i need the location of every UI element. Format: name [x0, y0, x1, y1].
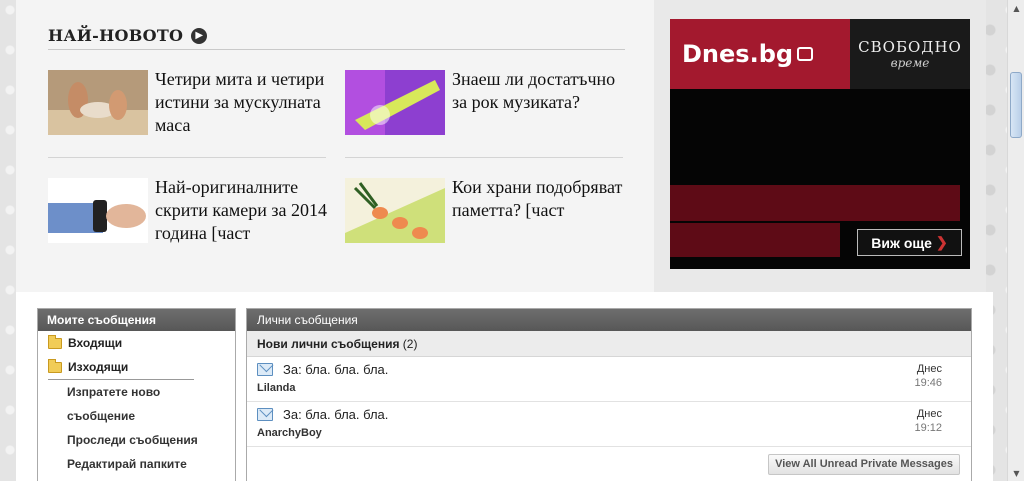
ad-logo[interactable]: Dnes.bg — [670, 19, 850, 89]
message-day: Днес — [916, 408, 942, 420]
article-foods[interactable]: Кои храни подобряват паметта? [част — [345, 176, 625, 254]
article-muscle[interactable]: Четири мита и четири истини за мускулнат… — [48, 68, 328, 146]
message-subject[interactable]: За: бла. бла. бла. — [283, 407, 388, 422]
article-title[interactable]: Най-оригиналните скрити камери за 2014 г… — [155, 176, 328, 254]
ad-see-more-button[interactable]: Виж още ❯ — [857, 229, 962, 256]
article-rock[interactable]: Знаеш ли достатъчно за рок музиката? — [345, 68, 625, 146]
folder-inbox[interactable]: Входящи — [38, 331, 235, 355]
news-heading[interactable]: НАЙ-НОВОТО ▶ — [48, 22, 625, 50]
view-all-unread-button[interactable]: View All Unread Private Messages — [768, 454, 960, 475]
article-thumbnail[interactable] — [345, 70, 445, 135]
article-thumbnail[interactable] — [345, 178, 445, 243]
sidebar-header: Моите съобщения — [38, 309, 235, 331]
message-day: Днес — [916, 363, 942, 375]
ad-bar — [670, 223, 840, 257]
message-row[interactable]: За: бла. бла. бла. Lilanda Днес 19:46 — [247, 357, 971, 402]
news-panel: НАЙ-НОВОТО ▶ Четири мита и четири истини… — [16, 0, 654, 292]
sidebar-link-edit-folders[interactable]: Редактирай папките — [38, 452, 235, 476]
folder-icon — [48, 334, 62, 349]
folder-label[interactable]: Изходящи — [68, 360, 128, 374]
message-subject[interactable]: За: бла. бла. бла. — [283, 362, 388, 377]
page-scrollbar[interactable]: ▲ ▼ — [1007, 0, 1024, 481]
scroll-down-arrow-icon[interactable]: ▼ — [1009, 465, 1024, 481]
article-title[interactable]: Кои храни подобряват паметта? [част — [452, 176, 625, 254]
ad-tagline-bottom: време — [890, 56, 930, 70]
dnes-ad-banner[interactable]: Dnes.bg СВОБОДНО време Виж още ❯ — [670, 19, 970, 269]
folder-label[interactable]: Входящи — [68, 336, 122, 350]
divider — [345, 157, 623, 158]
article-cameras[interactable]: Най-оригиналните скрити камери за 2014 г… — [48, 176, 328, 254]
ad-button-label: Виж още — [871, 234, 932, 251]
pm-subheader-label: Нови лични съобщения — [257, 337, 400, 351]
ad-bar — [670, 185, 960, 221]
news-heading-text: НАЙ-НОВОТО — [48, 26, 184, 45]
sidebar-link-send-new[interactable]: Изпратете ново — [38, 380, 235, 404]
folder-sent[interactable]: Изходящи — [38, 355, 235, 379]
folder-icon — [48, 358, 62, 373]
sidebar-link-track[interactable]: Проследи съобщения — [38, 428, 235, 452]
pm-count: (2) — [402, 337, 418, 351]
my-messages-sidebar: Моите съобщения Входящи Изходящи Изпрате… — [37, 308, 236, 481]
article-thumbnail[interactable] — [48, 70, 148, 135]
sidebar-link-send-new-cont[interactable]: съобщение — [38, 404, 235, 428]
chevron-right-icon: ❯ — [935, 234, 948, 250]
divider — [48, 157, 326, 158]
ad-tagline-top: СВОБОДНО — [858, 38, 962, 56]
message-time: 19:12 — [914, 422, 942, 434]
article-title[interactable]: Знаеш ли достатъчно за рок музиката? — [452, 68, 625, 146]
pm-subheader: Нови лични съобщения (2) — [247, 331, 971, 357]
message-time: 19:46 — [914, 377, 942, 389]
envelope-icon — [257, 408, 273, 421]
article-title[interactable]: Четири мита и четири истини за мускулнат… — [155, 68, 328, 146]
envelope-icon — [257, 363, 273, 376]
article-thumbnail[interactable] — [48, 178, 148, 243]
message-row[interactable]: За: бла. бла. бла. AnarchyBoy Днес 19:12 — [247, 402, 971, 447]
chevron-right-icon[interactable]: ▶ — [191, 27, 208, 44]
ad-tagline: СВОБОДНО време — [850, 19, 970, 89]
scroll-up-arrow-icon[interactable]: ▲ — [1009, 0, 1024, 16]
pm-header: Лични съобщения — [247, 309, 971, 331]
message-sender[interactable]: Lilanda — [257, 382, 296, 394]
scroll-thumb[interactable] — [1010, 72, 1022, 138]
ad-logo-text: Dnes.bg — [682, 40, 794, 68]
private-messages-panel: Лични съобщения Нови лични съобщения (2)… — [246, 308, 972, 481]
message-sender[interactable]: AnarchyBoy — [257, 427, 322, 439]
chat-bubble-icon — [797, 47, 814, 61]
